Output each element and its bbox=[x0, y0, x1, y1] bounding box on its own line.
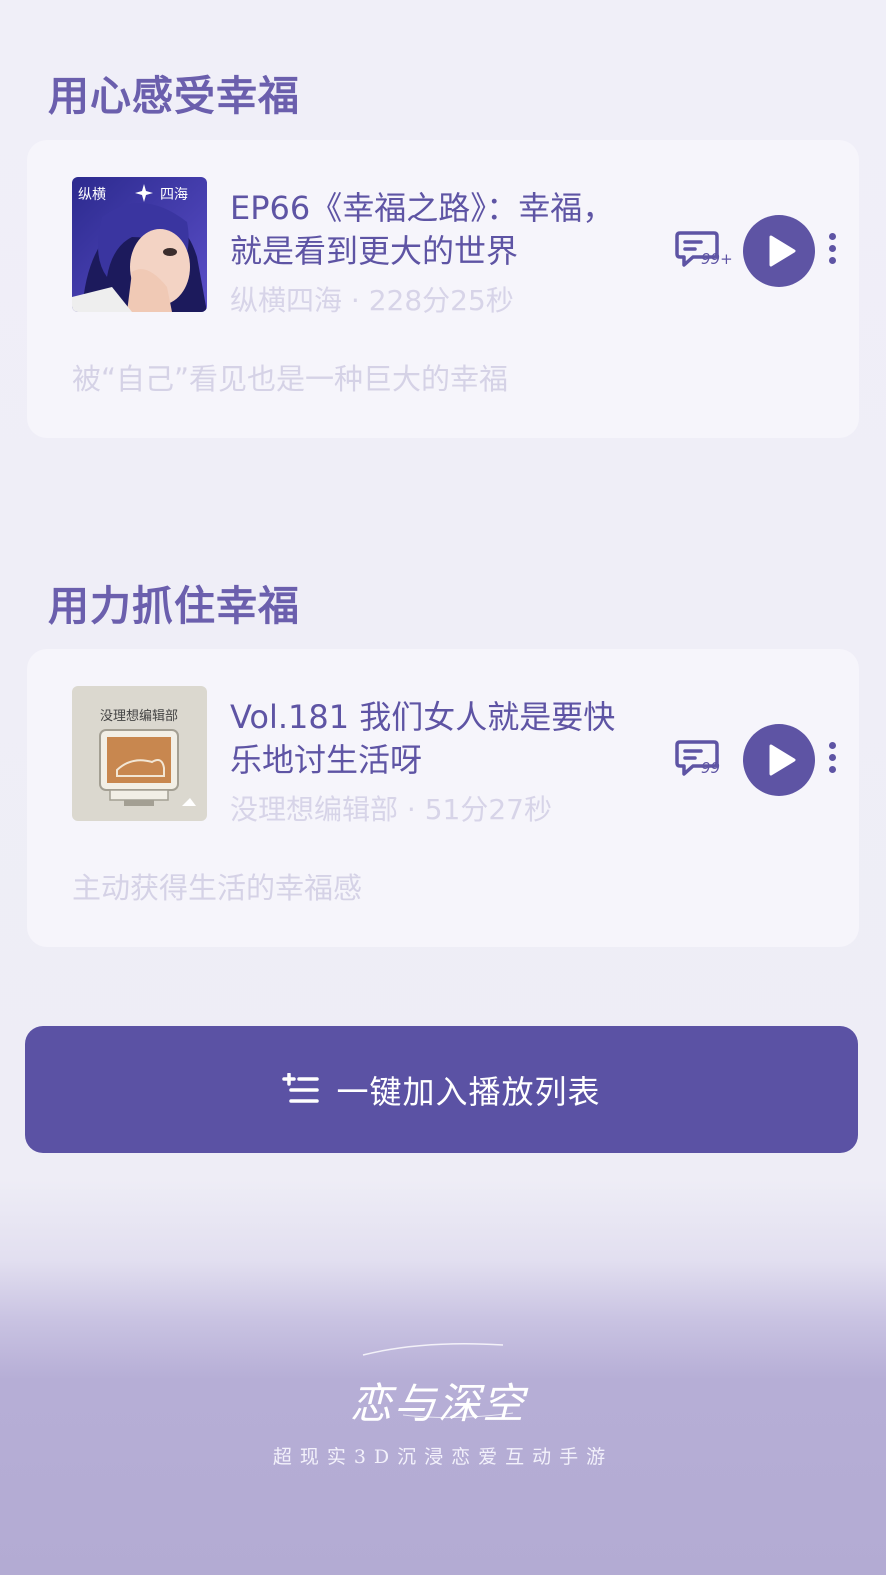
cover-text-right: 四海 bbox=[160, 187, 188, 203]
play-button[interactable] bbox=[743, 215, 815, 287]
comment-button[interactable]: 99+ bbox=[675, 230, 735, 274]
comment-button[interactable]: 99 bbox=[675, 739, 735, 783]
more-icon-dot bbox=[828, 766, 836, 773]
episode-meta: 纵横四海 · 228分25秒 bbox=[230, 284, 514, 317]
episode-title[interactable]: EP66《幸福之路》：幸福，就是看到更大的世界 bbox=[230, 187, 630, 273]
more-options-button[interactable] bbox=[825, 742, 839, 778]
episode-title[interactable]: Vol.181 我们女人就是要快乐地讨生活呀 bbox=[230, 696, 630, 782]
playlist-add-icon bbox=[282, 1072, 320, 1103]
more-options-button[interactable] bbox=[825, 233, 839, 269]
episode-card-1[interactable]: 纵横 四海 EP66《幸福之路》：幸福，就是看到更大的世界 纵横四海 · 228… bbox=[27, 140, 859, 438]
play-icon bbox=[769, 744, 796, 776]
section-title-1: 用心感受幸福 bbox=[48, 72, 300, 120]
play-icon bbox=[769, 235, 796, 267]
brand-logo-text: 恋与深空 bbox=[350, 1379, 527, 1428]
play-button[interactable] bbox=[743, 724, 815, 796]
add-all-label: 一键加入播放列表 bbox=[336, 1072, 601, 1111]
episode-cover-2[interactable]: 没理想编辑部 bbox=[72, 686, 207, 821]
episode-description: 被“自己”看见也是一种巨大的幸福 bbox=[72, 362, 509, 396]
cover-art-portrait: 纵横 四海 bbox=[72, 177, 207, 312]
episode-meta: 没理想编辑部 · 51分27秒 bbox=[230, 793, 552, 826]
cover-text: 没理想编辑部 bbox=[100, 708, 178, 724]
cover-art-computer: 没理想编辑部 bbox=[72, 686, 207, 821]
episode-card-2[interactable]: 没理想编辑部 Vol.181 我们女人就是要快乐地讨生活呀 没理想编辑部 · 5… bbox=[27, 649, 859, 947]
more-icon-dot bbox=[828, 245, 836, 252]
episode-description: 主动获得生活的幸福感 bbox=[72, 871, 363, 905]
brand-tagline: 超现实3D沉浸恋爱互动手游 bbox=[272, 1446, 614, 1468]
comment-count: 99+ bbox=[701, 250, 733, 268]
episode-cover-1[interactable]: 纵横 四海 bbox=[72, 177, 207, 312]
more-icon-dot bbox=[828, 233, 836, 240]
add-all-to-playlist-button[interactable]: 一键加入播放列表 bbox=[25, 1026, 858, 1153]
cover-text-left: 纵横 bbox=[78, 187, 106, 203]
more-icon-dot bbox=[828, 257, 836, 264]
section-title-2: 用力抓住幸福 bbox=[48, 582, 300, 630]
more-icon-dot bbox=[828, 754, 836, 761]
more-icon-dot bbox=[828, 742, 836, 749]
comment-count: 99 bbox=[701, 759, 721, 777]
